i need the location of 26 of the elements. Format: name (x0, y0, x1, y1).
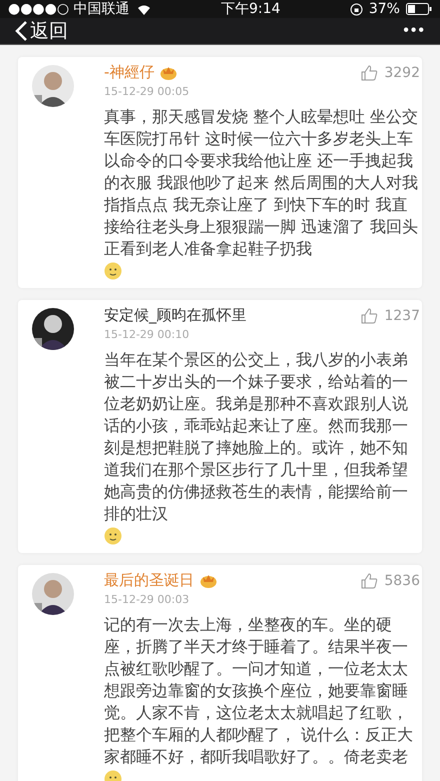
clock-text: 下午9:14 (220, 0, 280, 18)
badge-icon (200, 574, 217, 588)
badge-icon (160, 66, 178, 80)
battery-icon (406, 3, 432, 15)
thumbs-up-icon[interactable] (361, 308, 378, 324)
comment-text: 真事，那天感冒发烧 整个人眩晕想吐 坐公交车医院打吊针 这时候一位六十多岁老头上车以命令的口令要求我给他让座 还一手拽起我的衣服 我跟他吵了起来 然后周围的大人对我指指点点 我无奈让座了 到快下车的时 我直接给往老头身上狠狠踹一脚 迅速溜了 我回头正看到老人准备拿起鞋子扔我 (104, 106, 420, 260)
like-count: 1237 (384, 308, 420, 324)
battery-percent: 37% (368, 1, 400, 17)
rotation-lock-icon (350, 2, 363, 16)
like-count: 3292 (384, 64, 420, 80)
comment-date: 15-12-29 00:03 (104, 593, 190, 606)
like-count: 5836 (384, 572, 420, 588)
back-button[interactable]: 返回 (14, 18, 68, 44)
thumbs-up-icon[interactable] (361, 64, 378, 80)
comment-text: 记的有一次去上海，坐整夜的车。坐的硬座，折腾了半天才终于睡着了。结果半夜一点被红歌吵醒了。一问才知道，一位老太太想跟旁边靠窗的女孩换个座位，她要靠窗睡觉。人家不肯，这位老太太就唱起了红歌，把整个车厢的人都吵醒了， 说什么：反正大家都睡不好，都听我唱歌好了。。倚老卖老 (104, 614, 414, 768)
carrier-text: ●●●●○ 中国联通 (8, 0, 130, 18)
thumbs-up-icon[interactable] (361, 572, 378, 588)
comment-date: 15-12-29 00:10 (104, 328, 190, 341)
comment-text: 当年在某个景区的公交上，我八岁的小表弟被二十岁出头的一个妹子要求，给站着的一位老奶奶让座。我弟是那种不喜欢跟别人说话的小孩，乖乖站起来让了座。然而我那一刻是想把鞋脱了摔她脸上的。或许，她不知道我们在那个景区步行了几十里，但我希望她高贵的仿佛拯救苍生的表情，能摆给前一排的壮汉 (104, 349, 409, 525)
chevron-left-icon (14, 20, 28, 42)
user-name[interactable]: 安定候_顾昀在孤怀里 (104, 306, 246, 325)
more-button[interactable]: ••• (403, 22, 426, 40)
emoji-icon (104, 262, 122, 280)
wifi-icon (136, 3, 152, 15)
comment-date: 15-12-29 00:05 (104, 85, 190, 98)
emoji-icon (104, 527, 122, 545)
